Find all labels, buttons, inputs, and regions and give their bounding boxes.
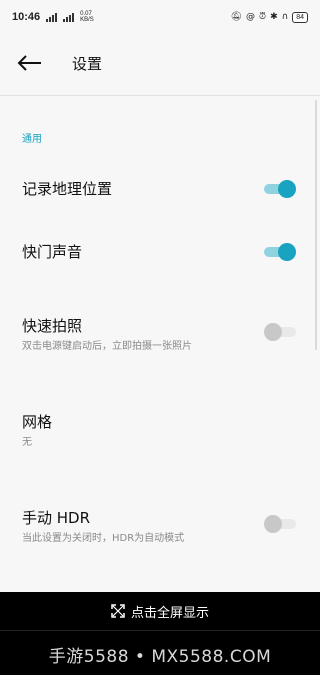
fullscreen-button[interactable]: 点击全屏显示 [0, 592, 320, 630]
toggle-knob [264, 323, 282, 341]
bluetooth-icon: ✱ [270, 12, 278, 22]
expand-icon [111, 604, 125, 618]
setting-title: 手动 HDR [22, 509, 91, 527]
watermark-text: 手游5588 • MX5588.COM [48, 647, 272, 667]
setting-title: 网格 [22, 413, 53, 431]
status-right: 🔕︎ @ ⏰︎ ✱ ∩ 84 [230, 11, 308, 23]
overlay-divider [0, 630, 320, 631]
setting-location[interactable]: 记录地理位置 [0, 170, 320, 210]
toggle-knob [278, 243, 296, 261]
app-bar: 设置 [0, 34, 320, 92]
quick-capture-toggle[interactable] [264, 323, 296, 341]
setting-title: 记录地理位置 [22, 180, 113, 198]
setting-title: 快门声音 [22, 243, 83, 261]
bell-off-icon: 🔕︎ [230, 12, 243, 22]
page-title: 设置 [72, 54, 103, 73]
headphones-icon: ∩ [281, 12, 289, 22]
network-speed: 0.07 KB/S [80, 11, 94, 23]
appbar-divider [0, 95, 320, 96]
shutter-sound-toggle[interactable] [264, 243, 296, 261]
setting-grid[interactable]: 网格 无 [0, 406, 320, 456]
status-left: 10:46 0.07 KB/S [12, 11, 94, 23]
signal-icon-2 [63, 12, 75, 22]
section-title-general: 通用 [22, 134, 42, 145]
setting-title: 快速拍照 [22, 317, 83, 335]
back-button[interactable] [2, 34, 58, 92]
fullscreen-overlay: 点击全屏显示 手游5588 • MX5588.COM [0, 592, 320, 675]
battery-icon: 84 [292, 11, 308, 23]
manual-hdr-toggle[interactable] [264, 515, 296, 533]
setting-subtitle: 当此设置为关闭时，HDR为自动模式 [22, 533, 185, 544]
network-speed-unit: KB/S [80, 17, 94, 23]
setting-subtitle: 无 [22, 437, 32, 448]
location-toggle[interactable] [264, 180, 296, 198]
setting-shutter-sound[interactable]: 快门声音 [0, 233, 320, 273]
toggle-knob [278, 180, 296, 198]
alarm-icon: ⏰︎ [259, 12, 267, 22]
signal-icon [46, 12, 58, 22]
at-icon: @ [246, 12, 256, 22]
status-time: 10:46 [12, 11, 41, 23]
setting-subtitle: 双击电源键启动后，立即拍摄一张照片 [22, 341, 192, 352]
setting-manual-hdr[interactable]: 手动 HDR 当此设置为关闭时，HDR为自动模式 [0, 502, 320, 552]
status-bar: 10:46 0.07 KB/S 🔕︎ @ ⏰︎ ✱ ∩ 84 [0, 0, 320, 34]
toggle-knob [264, 515, 282, 533]
setting-quick-capture[interactable]: 快速拍照 双击电源键启动后，立即拍摄一张照片 [0, 310, 320, 360]
fullscreen-label: 点击全屏显示 [130, 605, 209, 621]
arrow-left-icon [17, 55, 41, 71]
